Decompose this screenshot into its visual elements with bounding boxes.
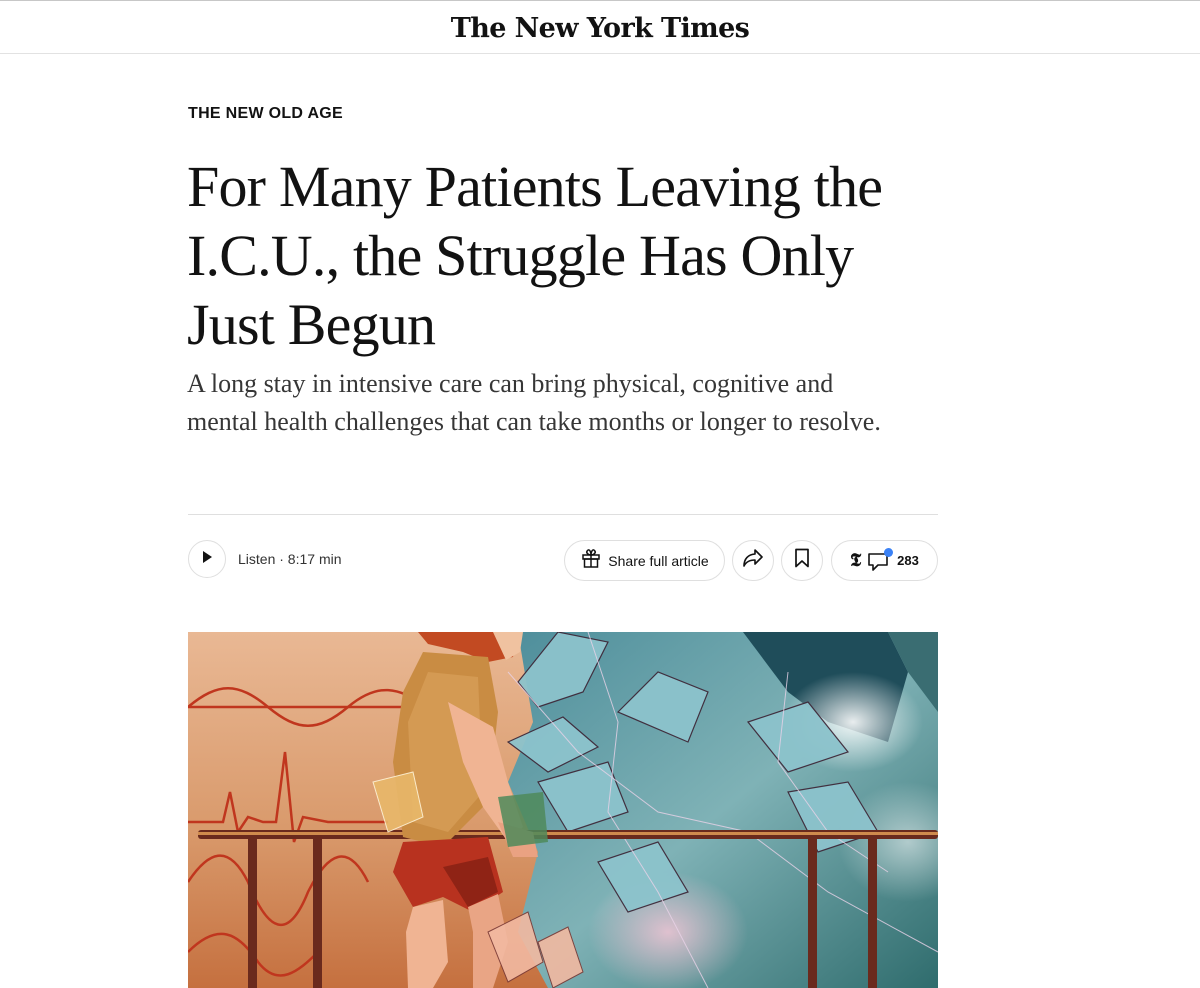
share-button[interactable] bbox=[732, 540, 774, 581]
share-arrow-icon bbox=[741, 547, 765, 574]
listen-control[interactable]: Listen · 8:17 min bbox=[188, 540, 342, 578]
gift-icon bbox=[580, 547, 602, 574]
comment-bubble-icon bbox=[867, 547, 894, 572]
comments-count: 283 bbox=[897, 553, 919, 568]
nyt-logo-link[interactable]: The New York Times bbox=[451, 13, 750, 44]
article-summary: A long stay in intensive care can bring … bbox=[187, 369, 881, 436]
play-button[interactable] bbox=[188, 540, 226, 578]
bookmark-icon bbox=[794, 548, 810, 573]
listen-duration-label: Listen · 8:17 min bbox=[238, 551, 342, 567]
share-full-article-label: Share full article bbox=[608, 552, 709, 569]
hero-illustration bbox=[188, 632, 938, 988]
toolbar-divider bbox=[188, 514, 938, 515]
comments-button[interactable]: 𝕿 283 bbox=[831, 540, 938, 581]
nyt-t-logo-icon: 𝕿 bbox=[850, 550, 862, 571]
masthead: The New York Times bbox=[0, 1, 1200, 54]
article-headline: For Many Patients Leaving the I.C.U., th… bbox=[187, 154, 883, 357]
play-icon bbox=[200, 550, 214, 569]
notification-dot bbox=[884, 547, 894, 557]
share-full-article-button[interactable]: Share full article bbox=[564, 540, 725, 581]
save-bookmark-button[interactable] bbox=[781, 540, 823, 581]
section-kicker[interactable]: THE NEW OLD AGE bbox=[188, 105, 343, 123]
